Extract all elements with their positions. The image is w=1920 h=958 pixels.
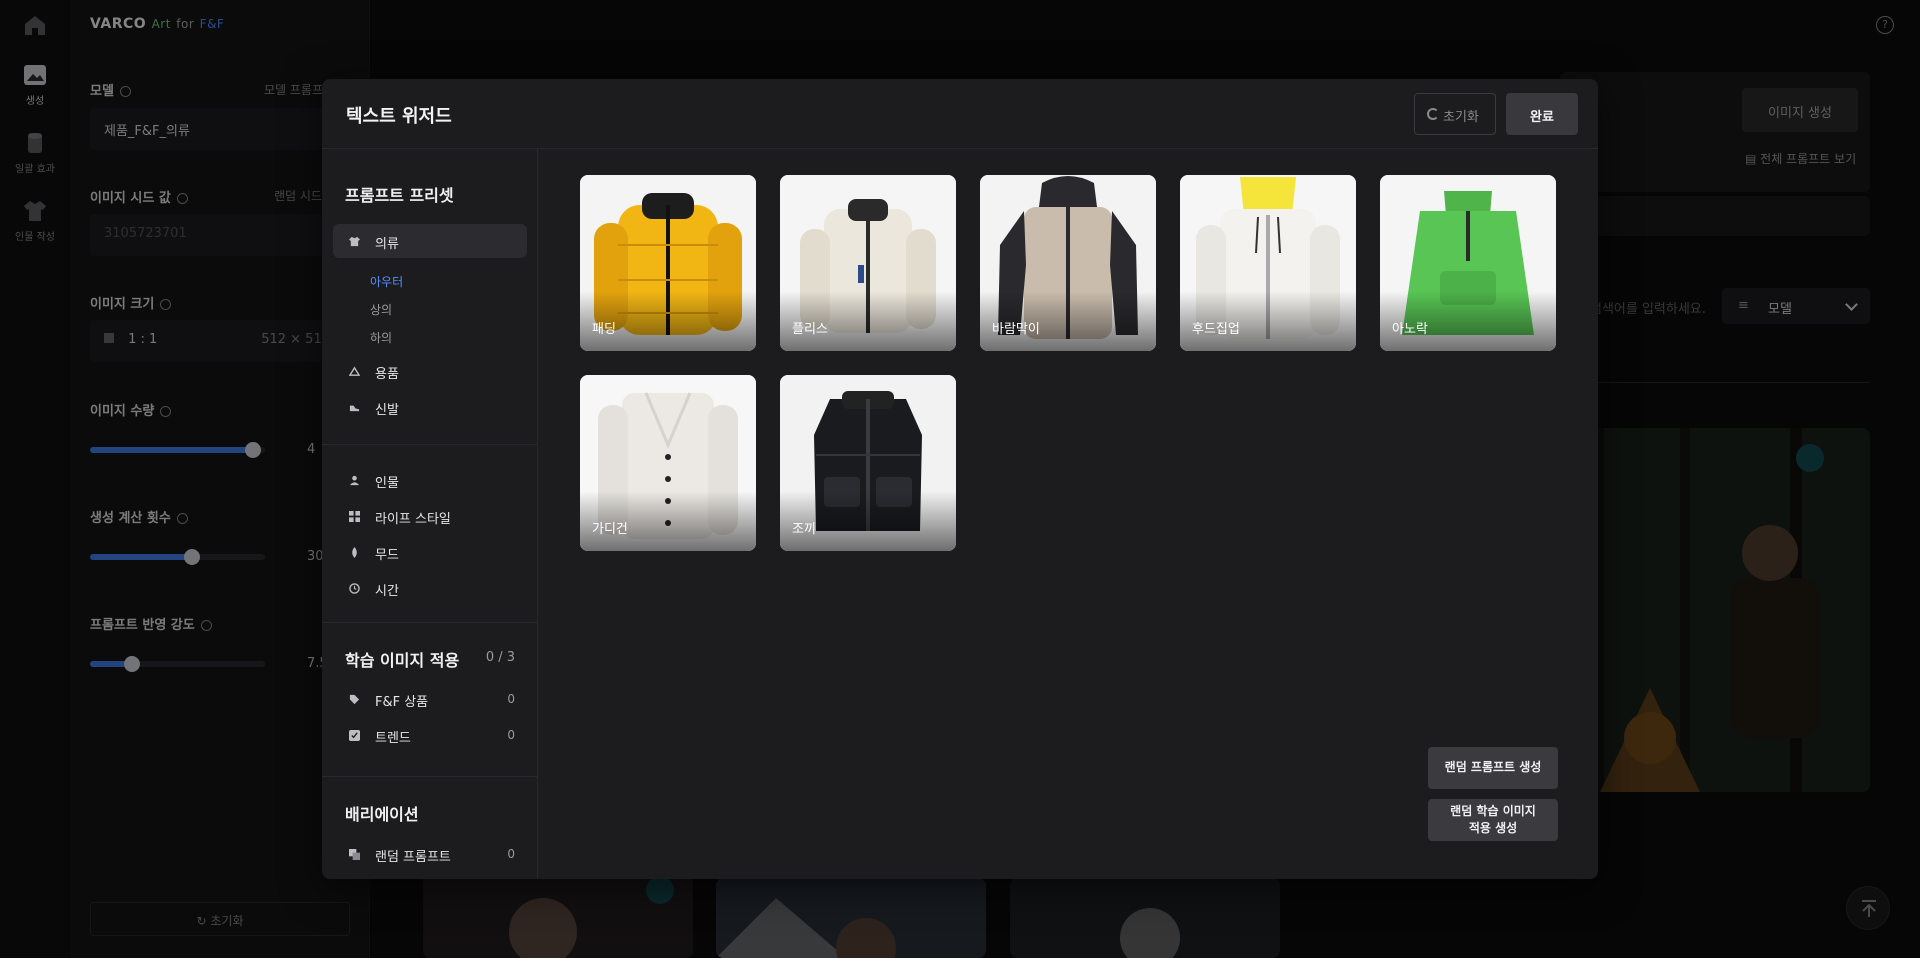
reset-button[interactable]: 초기화 [1414, 93, 1496, 135]
train-item-count: 0 [507, 728, 515, 742]
category-label: 의류 [375, 237, 399, 252]
preset-card-windbreaker[interactable]: 바람막이 [980, 175, 1156, 351]
preset-card-padding[interactable]: 패딩 [580, 175, 756, 351]
card-label: 플리스 [792, 322, 828, 337]
modal-title: 텍스트 위저드 [346, 106, 452, 127]
variation-item-count: 0 [507, 847, 515, 861]
train-item-label: 트렌드 [375, 731, 411, 746]
person-icon [349, 475, 360, 486]
card-label: 패딩 [592, 322, 616, 337]
divider [322, 776, 537, 777]
text-wizard-modal: 텍스트 위저드 초기화 완료 프롬프트 프리셋 의류 아우터 상의 하의 용품 [322, 79, 1598, 879]
shirt-icon [349, 236, 360, 247]
app-root: 생성 일괄 효과 인물 작성 VARCO Art for F&F 모델 모델 프… [0, 0, 1920, 958]
drop-icon [352, 547, 357, 558]
train-item-count: 0 [507, 692, 515, 706]
category-person[interactable]: 인물 [333, 463, 527, 497]
preset-card-vest[interactable]: 조끼 [780, 375, 956, 551]
train-item-label: F&F 상품 [375, 695, 429, 710]
copy-icon [349, 849, 360, 860]
category-lifestyle[interactable]: 라이프 스타일 [333, 499, 527, 533]
card-label: 조끼 [792, 522, 816, 537]
grid-icon [349, 511, 360, 522]
category-goods[interactable]: 용품 [333, 354, 527, 388]
category-shoes[interactable]: 신발 [333, 390, 527, 424]
category-clothing[interactable]: 의류 [333, 224, 527, 258]
card-label: 아노락 [1392, 322, 1428, 337]
card-label: 가디건 [592, 522, 628, 537]
category-label: 인물 [375, 476, 399, 491]
checkbox-icon [349, 730, 360, 741]
category-time[interactable]: 시간 [333, 571, 527, 605]
reset-label: 초기화 [1443, 110, 1479, 125]
preset-card-hood-zipup[interactable]: 후드집업 [1180, 175, 1356, 351]
preset-card-cardigan[interactable]: 가디건 [580, 375, 756, 551]
category-mood[interactable]: 무드 [333, 535, 527, 569]
train-count: 0 / 3 [485, 650, 515, 665]
divider [322, 622, 537, 623]
subcategory-outer[interactable]: 아우터 [370, 273, 403, 290]
done-button[interactable]: 완료 [1506, 93, 1578, 135]
hat-icon [349, 366, 360, 376]
variation-title: 배리에이션 [345, 805, 419, 824]
category-label: 용품 [375, 367, 399, 382]
button-line: 적용 생성 [1468, 821, 1518, 835]
preset-card-anorak[interactable]: 아노락 [1380, 175, 1556, 351]
refresh-icon [1427, 108, 1439, 120]
variation-item-random-prompt[interactable]: 랜덤 프롬프트 0 [333, 837, 527, 871]
train-item-trend[interactable]: 트렌드 0 [333, 718, 527, 752]
preset-card-fleece[interactable]: 플리스 [780, 175, 956, 351]
category-label: 무드 [375, 548, 399, 563]
train-item-ff-product[interactable]: F&F 상품 0 [333, 682, 527, 716]
category-label: 라이프 스타일 [375, 512, 451, 527]
variation-item-label: 랜덤 프롬프트 [375, 850, 451, 865]
random-prompt-button[interactable]: 랜덤 프롬프트 생성 [1428, 747, 1558, 789]
divider [322, 444, 537, 445]
shoe-icon [349, 405, 360, 412]
preset-title: 프롬프트 프리셋 [345, 186, 454, 205]
category-label: 신발 [375, 403, 399, 418]
clock-icon [349, 583, 360, 594]
card-label: 후드집업 [1192, 322, 1240, 337]
subcategory-bottom[interactable]: 하의 [370, 329, 392, 346]
category-label: 시간 [375, 584, 399, 599]
tag-icon [349, 694, 360, 705]
subcategory-top[interactable]: 상의 [370, 301, 392, 318]
modal-sidebar: 프롬프트 프리셋 의류 아우터 상의 하의 용품 신발 인물 라이프 스타일 무… [322, 149, 538, 879]
train-title: 학습 이미지 적용 [345, 651, 460, 670]
button-line: 랜덤 학습 이미지 [1450, 804, 1536, 818]
random-train-image-button[interactable]: 랜덤 학습 이미지 적용 생성 [1428, 799, 1558, 841]
modal-header: 텍스트 위저드 초기화 완료 [322, 79, 1598, 149]
card-label: 바람막이 [992, 322, 1040, 337]
